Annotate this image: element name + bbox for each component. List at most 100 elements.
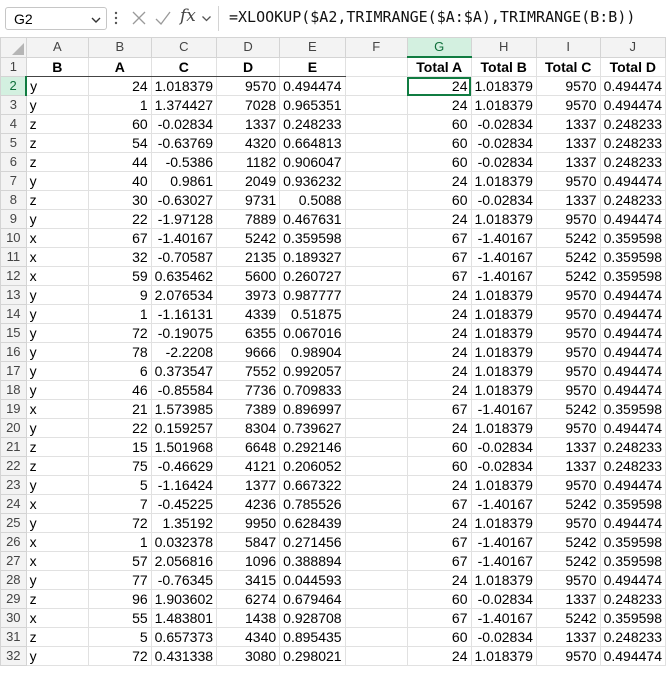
- row-header[interactable]: 25: [0, 513, 27, 533]
- cell[interactable]: [344, 513, 408, 533]
- column-header-e[interactable]: E: [279, 37, 346, 58]
- cell[interactable]: [344, 152, 408, 172]
- cell[interactable]: 0.292146: [279, 437, 346, 457]
- row-header[interactable]: 20: [0, 418, 27, 438]
- row-header[interactable]: 21: [0, 437, 27, 457]
- cell[interactable]: 0.628439: [279, 513, 346, 533]
- cell[interactable]: [344, 551, 408, 571]
- column-header-b[interactable]: B: [88, 37, 152, 58]
- cell[interactable]: y: [25, 76, 90, 96]
- row-header[interactable]: 17: [0, 361, 27, 381]
- row-header[interactable]: 18: [0, 380, 27, 400]
- cell[interactable]: x: [25, 608, 90, 628]
- result-cell[interactable]: 1337: [535, 190, 601, 210]
- cell[interactable]: -1.16131: [150, 304, 218, 324]
- cell[interactable]: [344, 228, 408, 248]
- cell[interactable]: -0.76345: [150, 570, 218, 590]
- result-cell[interactable]: 1.018379: [470, 285, 537, 305]
- cell[interactable]: 1337: [216, 114, 281, 134]
- result-cell[interactable]: 9570: [535, 304, 601, 324]
- cell[interactable]: 1377: [216, 475, 281, 495]
- cell[interactable]: x: [25, 247, 90, 267]
- result-cell[interactable]: 1.018379: [470, 646, 537, 666]
- result-cell[interactable]: 1337: [535, 152, 601, 172]
- cell[interactable]: [344, 133, 408, 153]
- cell[interactable]: 54: [88, 133, 152, 153]
- cell[interactable]: [344, 437, 408, 457]
- cell[interactable]: y: [25, 342, 90, 362]
- result-cell[interactable]: 9570: [535, 570, 601, 590]
- cell[interactable]: 0.895435: [279, 627, 346, 647]
- row-header[interactable]: 13: [0, 285, 27, 305]
- result-cell[interactable]: 60: [406, 627, 472, 647]
- column-header-j[interactable]: J: [599, 37, 666, 58]
- cell[interactable]: y: [25, 513, 90, 533]
- result-cell[interactable]: 0.248233: [599, 627, 666, 647]
- result-cell[interactable]: 60: [406, 456, 472, 476]
- row-header[interactable]: 7: [0, 171, 27, 191]
- result-cell[interactable]: 1337: [535, 456, 601, 476]
- result-cell[interactable]: -1.40167: [470, 532, 537, 552]
- row-header[interactable]: 19: [0, 399, 27, 419]
- source-header-cell[interactable]: A: [88, 56, 152, 77]
- cell[interactable]: y: [25, 646, 90, 666]
- cell[interactable]: 8304: [216, 418, 281, 438]
- cell[interactable]: 1.35192: [150, 513, 218, 533]
- cell[interactable]: 0.189327: [279, 247, 346, 267]
- select-all-corner[interactable]: [0, 37, 27, 58]
- result-cell[interactable]: 24: [406, 380, 472, 400]
- cell[interactable]: [344, 190, 408, 210]
- cell[interactable]: 0.248233: [279, 114, 346, 134]
- active-cell[interactable]: 24: [406, 76, 472, 96]
- cell[interactable]: 1.573985: [150, 399, 218, 419]
- cell[interactable]: 2135: [216, 247, 281, 267]
- result-cell[interactable]: 0.359598: [599, 532, 666, 552]
- cell[interactable]: [344, 608, 408, 628]
- cell[interactable]: x: [25, 551, 90, 571]
- result-cell[interactable]: 5242: [535, 399, 601, 419]
- cell[interactable]: z: [25, 190, 90, 210]
- result-cell[interactable]: 1337: [535, 627, 601, 647]
- cell[interactable]: 1.903602: [150, 589, 218, 609]
- cell[interactable]: x: [25, 228, 90, 248]
- result-cell[interactable]: 0.248233: [599, 190, 666, 210]
- result-cell[interactable]: 0.359598: [599, 247, 666, 267]
- cell[interactable]: 0.431338: [150, 646, 218, 666]
- cell[interactable]: 9666: [216, 342, 281, 362]
- cell[interactable]: 67: [88, 228, 152, 248]
- cell[interactable]: 44: [88, 152, 152, 172]
- cell[interactable]: -0.02834: [150, 114, 218, 134]
- result-cell[interactable]: 24: [406, 209, 472, 229]
- row-header[interactable]: 15: [0, 323, 27, 343]
- row-header[interactable]: 24: [0, 494, 27, 514]
- result-cell[interactable]: 24: [406, 285, 472, 305]
- result-header-cell[interactable]: Total C: [535, 56, 601, 77]
- cell[interactable]: [344, 323, 408, 343]
- result-cell[interactable]: 1.018379: [470, 95, 537, 115]
- cell[interactable]: 0.664813: [279, 133, 346, 153]
- result-cell[interactable]: 9570: [535, 285, 601, 305]
- row-header[interactable]: 29: [0, 589, 27, 609]
- result-cell[interactable]: 9570: [535, 76, 601, 96]
- cell[interactable]: 4121: [216, 456, 281, 476]
- cell[interactable]: [344, 627, 408, 647]
- result-cell[interactable]: 67: [406, 399, 472, 419]
- result-cell[interactable]: 67: [406, 551, 472, 571]
- source-header-cell[interactable]: E: [279, 56, 346, 77]
- result-cell[interactable]: 0.494474: [599, 475, 666, 495]
- cell[interactable]: -1.16424: [150, 475, 218, 495]
- row-header[interactable]: 8: [0, 190, 27, 210]
- result-cell[interactable]: 0.494474: [599, 342, 666, 362]
- insert-function-icon[interactable]: fx: [180, 6, 196, 26]
- result-cell[interactable]: -1.40167: [470, 551, 537, 571]
- result-cell[interactable]: 5242: [535, 608, 601, 628]
- cell[interactable]: 1.501968: [150, 437, 218, 457]
- cell[interactable]: -1.40167: [150, 228, 218, 248]
- result-cell[interactable]: 1.018379: [470, 513, 537, 533]
- cell[interactable]: [344, 494, 408, 514]
- cell[interactable]: -0.46629: [150, 456, 218, 476]
- cell[interactable]: 2.076534: [150, 285, 218, 305]
- result-cell[interactable]: 1.018379: [470, 475, 537, 495]
- cell[interactable]: 9950: [216, 513, 281, 533]
- cell[interactable]: 0.260727: [279, 266, 346, 286]
